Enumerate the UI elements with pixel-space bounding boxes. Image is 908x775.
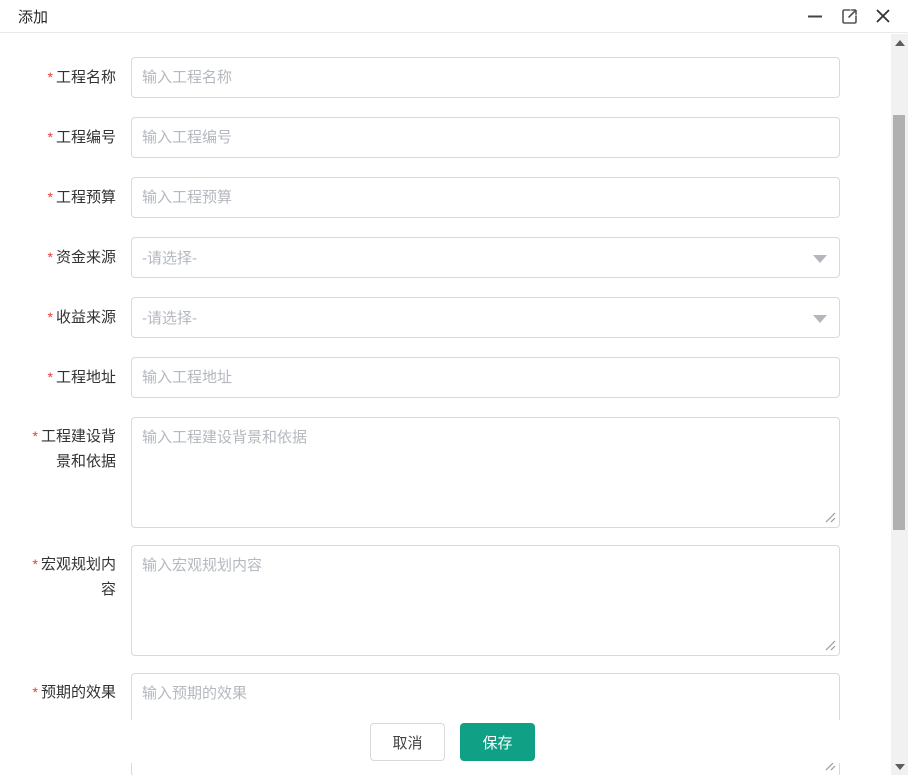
form-row-project-address: * 工程地址 <box>0 357 891 398</box>
construction-background-textarea[interactable] <box>131 417 840 528</box>
cancel-button[interactable]: 取消 <box>370 723 445 761</box>
field-label-project-budget: * 工程预算 <box>47 189 116 206</box>
dialog-title: 添加 <box>18 8 49 26</box>
field-label-project-code: * 工程编号 <box>47 129 116 146</box>
required-asterisk: * <box>47 369 53 385</box>
macro-planning-textarea[interactable] <box>131 545 840 656</box>
income-source-select[interactable]: -请选择- <box>131 297 840 338</box>
save-button[interactable]: 保存 <box>460 723 535 761</box>
chevron-down-icon <box>813 255 827 263</box>
funding-source-select[interactable]: -请选择- <box>131 237 840 278</box>
minimize-icon <box>806 7 824 25</box>
close-icon <box>874 7 892 25</box>
scrollbar-down-button[interactable] <box>891 758 908 775</box>
scroll-down-icon <box>894 763 905 770</box>
titlebar: 添加 <box>0 0 908 33</box>
chevron-down-icon <box>813 315 827 323</box>
field-label-macro-planning: * 宏观规划内容 <box>32 556 116 598</box>
form-row-construction-background: * 工程建设背景和依据 <box>0 417 891 528</box>
form-row-project-code: * 工程编号 <box>0 117 891 158</box>
field-label-expected-effect: * 预期的效果 <box>32 684 116 701</box>
form-row-project-budget: * 工程预算 <box>0 177 891 218</box>
form-row-funding-source: * 资金来源 -请选择- <box>0 237 891 278</box>
resize-grip-icon[interactable] <box>825 640 836 651</box>
project-name-input[interactable] <box>131 57 840 98</box>
vertical-scrollbar[interactable] <box>891 34 908 775</box>
add-form: *工程名称 *工程编号 *工程预算 *资金来源 -请选择- *收益来源 -请选择- *工程地址… <box>0 34 891 775</box>
required-asterisk: * <box>32 428 38 444</box>
field-label-project-name: * 工程名称 <box>47 69 116 86</box>
field-label-funding-source: * 资金来源 <box>47 249 116 266</box>
required-asterisk: * <box>47 309 53 325</box>
field-label-income-source: * 收益来源 <box>47 309 116 326</box>
required-asterisk: * <box>47 129 53 145</box>
field-label-project-address: * 工程地址 <box>47 369 116 386</box>
resize-grip-icon[interactable] <box>825 512 836 523</box>
scrollbar-up-button[interactable] <box>891 34 908 51</box>
field-label-construction-background: * 工程建设背景和依据 <box>32 428 116 470</box>
required-asterisk: * <box>47 69 53 85</box>
dialog-footer: 取消 保存 <box>0 720 891 763</box>
form-row-project-name: * 工程名称 <box>0 57 891 98</box>
scroll-up-icon <box>894 39 905 46</box>
maximize-button[interactable] <box>838 5 860 27</box>
form-row-income-source: * 收益来源 -请选择- <box>0 297 891 338</box>
funding-source-selected-value: -请选择- <box>142 250 197 267</box>
project-budget-input[interactable] <box>131 177 840 218</box>
add-dialog-window: 添加 *工程名称 *工程编号 <box>0 0 908 775</box>
required-asterisk: * <box>47 189 53 205</box>
form-row-macro-planning: * 宏观规划内容 <box>0 545 891 656</box>
dialog-body: *工程名称 *工程编号 *工程预算 *资金来源 -请选择- *收益来源 -请选择- *工程地址… <box>0 34 891 775</box>
expand-icon <box>840 7 859 26</box>
required-asterisk: * <box>32 556 38 572</box>
minimize-button[interactable] <box>804 5 826 27</box>
scrollbar-thumb[interactable] <box>893 115 905 530</box>
close-button[interactable] <box>872 5 894 27</box>
income-source-selected-value: -请选择- <box>142 310 197 327</box>
project-address-input[interactable] <box>131 357 840 398</box>
window-controls <box>804 5 894 27</box>
required-asterisk: * <box>47 249 53 265</box>
project-code-input[interactable] <box>131 117 840 158</box>
required-asterisk: * <box>32 684 38 700</box>
